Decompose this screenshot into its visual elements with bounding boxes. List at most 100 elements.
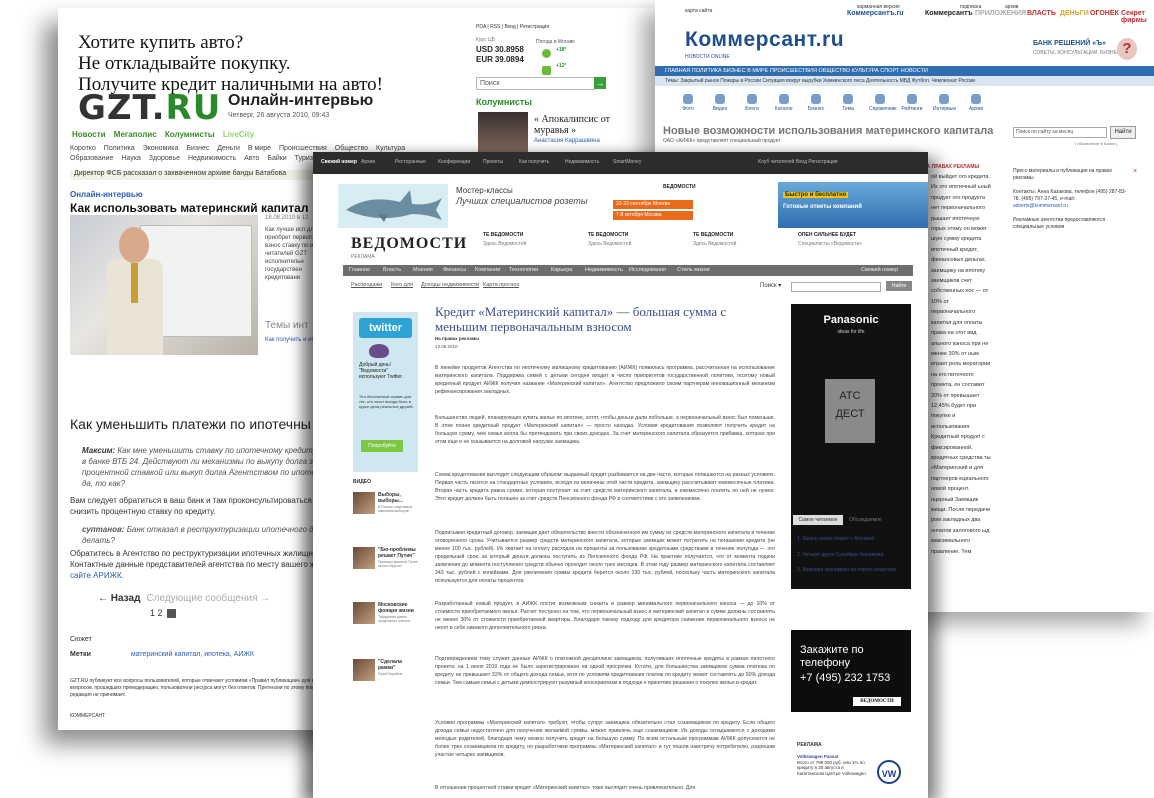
- kom-main-nav[interactable]: ГЛАВНАЯ ПОЛИТИКА БИЗНЕС В МИРЕ ПРОИСШЕСТ…: [655, 66, 1154, 76]
- kom-search-button[interactable]: Найти: [1110, 126, 1136, 139]
- twitter-try-button[interactable]: Попробуйте: [361, 440, 403, 452]
- gzt-rubric-link[interactable]: Здоровье: [149, 155, 180, 162]
- kom-service-icon[interactable]: Справочник: [869, 94, 897, 112]
- video-caption[interactable]: "Бю-проблемы решает Путин" Премьер-минист…: [378, 547, 418, 568]
- kom-service-icon[interactable]: Блоги: [741, 94, 763, 112]
- ved-top-link[interactable]: Проекты: [483, 159, 503, 165]
- video-item[interactable]: Московские фонари жизни Тайфунова давно п…: [353, 602, 418, 634]
- ved-search-button[interactable]: Найти: [886, 281, 912, 291]
- gzt-columnists-title[interactable]: Колумнисты: [476, 97, 532, 107]
- gzt-nav-item[interactable]: Колумнисты: [165, 130, 215, 139]
- video-caption[interactable]: "Сделала рамки" Юрий Вирабов: [378, 659, 418, 676]
- columnist-quote[interactable]: « Апокалипсис от муравья »: [534, 114, 614, 136]
- video-item[interactable]: "Сделала рамки" Юрий Вирабов: [353, 659, 418, 691]
- ved-header-col[interactable]: ТЕ ВЕДОМОСТИ Здесь Ведомостей: [483, 232, 578, 247]
- gzt-rubric-link[interactable]: Образование: [70, 155, 113, 162]
- gzt-rubric-link[interactable]: Коротко: [70, 145, 96, 152]
- gzt-nav-item[interactable]: Новости: [72, 130, 106, 139]
- gzt-rubric-link[interactable]: Авто: [244, 155, 259, 162]
- ved-top-link[interactable]: Конференции: [438, 159, 470, 165]
- ved-menu-item[interactable]: Исследования: [629, 267, 666, 273]
- kom-brand-link[interactable]: Секрет фирмы: [1121, 10, 1154, 24]
- ved-menu-item[interactable]: Мнения: [413, 267, 433, 273]
- ved-menu-item[interactable]: Стиль жизни: [677, 267, 710, 273]
- kom-bank-title[interactable]: БАНК РЕШЕНИЙ «Ъ»: [1033, 40, 1106, 47]
- gzt-nav-item[interactable]: LiveCity: [223, 130, 254, 139]
- gzt-arizhk-link[interactable]: сайте АРИЖК.: [70, 571, 124, 580]
- gzt-page-number[interactable]: 1 2: [150, 608, 163, 618]
- ved-menu-item[interactable]: Компании: [475, 267, 500, 273]
- close-icon[interactable]: ×: [1133, 168, 1137, 175]
- gzt-next-link[interactable]: Следующие сообщения →: [146, 593, 270, 604]
- gzt-search-button[interactable]: →: [594, 77, 606, 89]
- kom-brand-link[interactable]: Коммерсантъ.ru: [847, 10, 904, 17]
- ved-menu-item[interactable]: Недвижимость: [585, 267, 623, 273]
- ved-ad-banner[interactable]: Мостер-классы Лучших специалистов розеты…: [338, 182, 928, 232]
- ved-logo[interactable]: ВЕДОМОСТИ: [351, 235, 467, 253]
- gzt-rubric-link[interactable]: Культура: [376, 145, 405, 152]
- kom-brand-link[interactable]: Коммерсантъ: [925, 10, 973, 17]
- kom-brand-link[interactable]: ПРИЛОЖЕНИЯ: [975, 10, 1026, 17]
- gzt-search-input[interactable]: Поиск: [476, 77, 595, 90]
- kom-service-icon[interactable]: Рейтинги: [901, 94, 923, 112]
- ved-top-link[interactable]: Архив: [361, 159, 375, 165]
- ved-top-link[interactable]: Свежий номер: [321, 159, 357, 165]
- question-mark-icon[interactable]: ?: [1117, 38, 1137, 60]
- ved-account-links[interactable]: Клуб читателей Вход Регистрация: [758, 159, 838, 165]
- ved-menu-item[interactable]: Технологии: [509, 267, 538, 273]
- twitter-logo[interactable]: twitter: [359, 318, 412, 338]
- kom-service-icon[interactable]: Каталог: [773, 94, 795, 112]
- ved-top-link[interactable]: SmartMoney: [613, 159, 641, 165]
- kom-promo-email[interactable]: adverts@kommersant.ru: [1013, 203, 1068, 209]
- columnist-author[interactable]: Анастасия Каррашвина: [534, 138, 600, 144]
- gzt-section-label[interactable]: Онлайн-интервью: [70, 190, 143, 199]
- vw-ad[interactable]: Volkswagen Passat Всего от 799 000 руб. и…: [797, 754, 909, 794]
- gzt-rubric-link[interactable]: Общество: [335, 145, 368, 152]
- ved-submenu-item[interactable]: Доходы недвижимости: [421, 282, 479, 288]
- kom-brand-link[interactable]: ОГОНЁК: [1090, 10, 1119, 17]
- ved-menu-item[interactable]: Главное: [349, 267, 370, 273]
- kom-service-icon[interactable]: Фото: [677, 94, 699, 112]
- ved-submenu-item[interactable]: Карта прогноз: [483, 282, 519, 288]
- ved-top-link[interactable]: Как получить: [519, 159, 549, 165]
- gzt-tags-links[interactable]: материнский капитал, ипотека, АИЖК: [131, 651, 254, 658]
- video-caption[interactable]: Выборы, выборы... В России стартовала кам…: [378, 492, 418, 513]
- kom-brand-link[interactable]: ВЛАСТЬ: [1027, 10, 1056, 17]
- gzt-rubric-link[interactable]: Деньги: [217, 145, 240, 152]
- kom-service-icon[interactable]: Интервью: [933, 94, 956, 112]
- video-thumbnail[interactable]: [353, 492, 375, 514]
- ved-top-link[interactable]: Недвижимость: [565, 159, 599, 165]
- video-thumbnail[interactable]: [353, 602, 375, 624]
- gzt-rubric-link[interactable]: Байки: [267, 155, 286, 162]
- ved-menu-item[interactable]: Свежий номер: [861, 267, 898, 273]
- ved-search-label[interactable]: Поиск ▾: [760, 282, 781, 289]
- popular-item[interactable]: 2. Четыре друга Сулейман Керимова: [797, 552, 909, 559]
- kom-logo[interactable]: Коммерсант.ru: [685, 28, 844, 52]
- gzt-rubric-link[interactable]: Политика: [104, 145, 135, 152]
- kom-brand-link[interactable]: ДЕНЬГИ: [1060, 10, 1089, 17]
- ved-header-col[interactable]: ТЕ ВЕДОМОСТИ Здесь Ведомостей: [588, 232, 683, 247]
- ved-header-col[interactable]: ТЕ ВЕДОМОСТИ Здесь Ведомостей: [693, 232, 788, 247]
- ved-submenu-item[interactable]: Распродажи: [351, 282, 382, 288]
- video-caption[interactable]: Московские фонари жизни Тайфунова давно п…: [378, 602, 418, 623]
- gzt-rubric-link[interactable]: Наука: [121, 155, 140, 162]
- video-thumbnail[interactable]: [353, 659, 375, 681]
- gzt-ad-banner[interactable]: Хотите купить авто? Не откладывайте поку…: [78, 32, 383, 95]
- tab-discussed[interactable]: Обсуждаемое: [849, 517, 882, 523]
- kom-top-link[interactable]: карта сайта: [685, 8, 712, 14]
- ved-header-col[interactable]: ОПЕН СИЛЬНЕЕ БУДЕТ Специалисты «Ведомости…: [798, 232, 893, 247]
- ved-menu-item[interactable]: Власть: [383, 267, 401, 273]
- kom-service-icon[interactable]: Бизнес: [805, 94, 827, 112]
- ved-submenu-item[interactable]: Кого для: [391, 282, 413, 288]
- ved-search-input[interactable]: [791, 282, 881, 292]
- video-item[interactable]: "Бю-проблемы решает Путин" Премьер-минист…: [353, 547, 418, 579]
- gzt-rubric-link[interactable]: Экономика: [143, 145, 179, 152]
- ved-top-link[interactable]: Ресторанные: [395, 159, 426, 165]
- video-item[interactable]: Выборы, выборы... В России стартовала кам…: [353, 492, 418, 524]
- ved-menu-item[interactable]: Карьера: [551, 267, 572, 273]
- popular-item[interactable]: 3. Мировая экономика на пороге рецессии: [797, 567, 909, 574]
- gzt-rss-links[interactable]: PDA | RSS | Вход | Регистрация: [476, 24, 549, 30]
- kom-service-icon[interactable]: Архив: [965, 94, 987, 112]
- ved-phone-ad[interactable]: Закажите по телефону +7 (495) 232 1753 В…: [791, 630, 911, 712]
- kom-service-icon[interactable]: Видео: [709, 94, 731, 112]
